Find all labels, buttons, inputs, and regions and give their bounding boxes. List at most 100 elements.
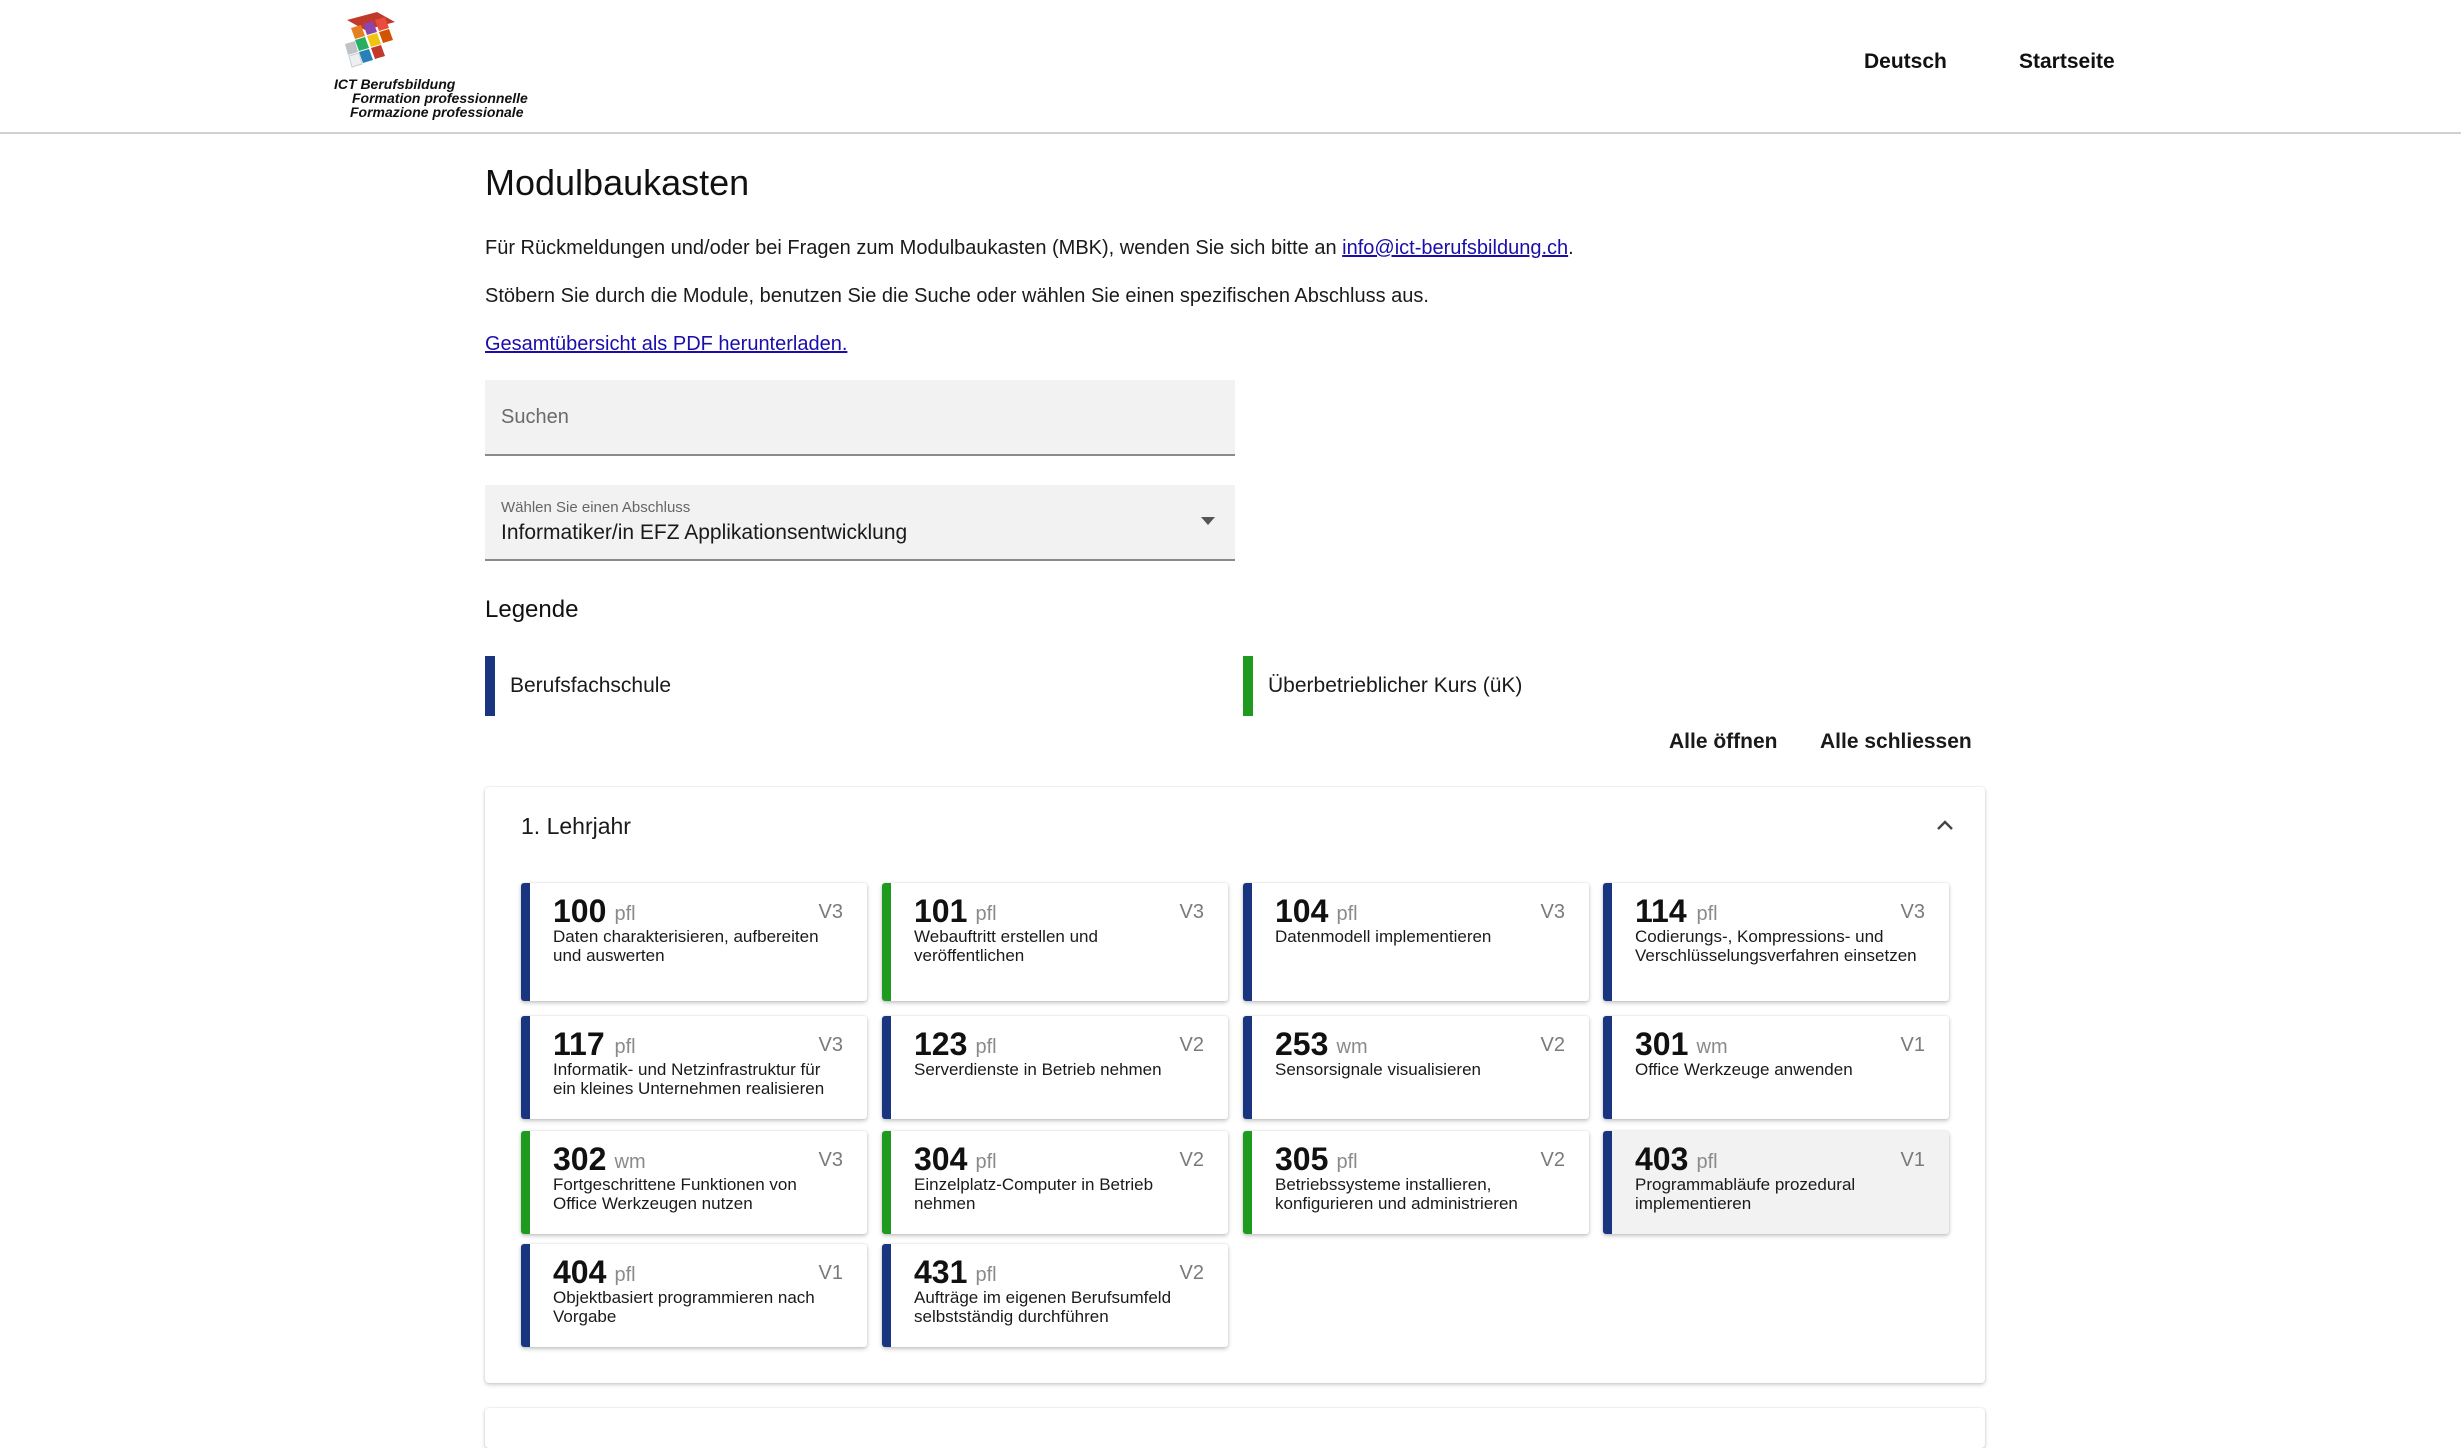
module-type-strip <box>1603 1131 1612 1234</box>
module-kind: wm <box>1696 1036 1728 1058</box>
module-number: 100 <box>553 893 607 929</box>
year-panel-2[interactable] <box>485 1408 1985 1448</box>
dropdown-arrow-icon <box>1201 517 1215 525</box>
module-description: Fortgeschrittene Funktionen von Office W… <box>553 1175 797 1213</box>
browse-paragraph: Stöbern Sie durch die Module, benutzen S… <box>485 285 1429 307</box>
module-number: 431 <box>914 1254 968 1290</box>
module-version: V3 <box>818 901 843 923</box>
module-number: 302 <box>553 1141 607 1177</box>
feedback-text: Für Rückmeldungen und/oder bei Fragen zu… <box>485 237 1343 259</box>
module-number: 114 <box>1635 893 1687 929</box>
module-version: V2 <box>1179 1034 1204 1056</box>
module-kind: pfl <box>1696 903 1718 925</box>
module-card-301[interactable]: 301 wm V1 Office Werkzeuge anwenden <box>1603 1016 1949 1119</box>
module-card-404[interactable]: 404 pfl V1 Objektbasiert programmieren nach… <box>521 1244 867 1347</box>
logo-line-3: Formazione professionale <box>350 104 524 120</box>
module-type-strip <box>1603 883 1612 1001</box>
pdf-paragraph: Gesamtübersicht als PDF herunterladen. <box>485 333 847 356</box>
module-type-strip <box>521 1016 530 1119</box>
module-kind: pfl <box>975 903 997 925</box>
module-description: Einzelplatz-Computer in Betrieb nehmen <box>914 1175 1154 1213</box>
pdf-download-link[interactable]: Gesamtübersicht als PDF herunterladen. <box>485 333 847 355</box>
feedback-end: . <box>1568 237 1574 259</box>
module-type-strip <box>521 883 530 1001</box>
module-kind: wm <box>1336 1036 1368 1058</box>
module-card-100[interactable]: 100 pfl V3 Daten charakterisieren, aufberei… <box>521 883 867 1001</box>
module-kind: pfl <box>975 1036 997 1058</box>
module-type-strip <box>521 1244 530 1347</box>
module-type-strip <box>882 1016 891 1119</box>
degree-select[interactable]: Wählen Sie einen Abschluss Informatiker/… <box>485 485 1235 561</box>
module-kind: pfl <box>614 1264 636 1286</box>
module-card-431[interactable]: 431 pfl V2 Aufträge im eigenen Berufsumfeld… <box>882 1244 1228 1347</box>
module-card-304[interactable]: 304 pfl V2 Einzelplatz-Computer in Betrieb … <box>882 1131 1228 1234</box>
module-type-strip <box>1243 883 1252 1001</box>
module-type-strip <box>521 1131 530 1234</box>
search-field[interactable] <box>485 380 1235 456</box>
module-number: 101 <box>914 893 968 929</box>
open-all-button[interactable]: Alle öffnen <box>1669 730 1778 754</box>
module-number: 117 <box>553 1026 605 1062</box>
module-type-strip <box>882 1131 891 1234</box>
module-number: 304 <box>914 1141 968 1177</box>
module-number: 123 <box>914 1026 968 1062</box>
page-title: Modulbaukasten <box>485 162 750 203</box>
module-card-253[interactable]: 253 wm V2 Sensorsignale visualisieren <box>1243 1016 1589 1119</box>
module-description: Objektbasiert programmieren nach Vorgabe <box>553 1288 815 1326</box>
module-number: 403 <box>1635 1141 1689 1177</box>
top-navigation-bar: ICT Berufsbildung Formation professionne… <box>0 0 2461 134</box>
module-card-101[interactable]: 101 pfl V3 Webauftritt erstellen und veröff… <box>882 883 1228 1001</box>
email-link[interactable]: info@ict-berufsbildung.ch <box>1342 237 1568 259</box>
module-kind: pfl <box>614 903 636 925</box>
module-description: Sensorsignale visualisieren <box>1275 1060 1482 1079</box>
module-type-strip <box>882 883 891 1001</box>
module-type-strip <box>882 1244 891 1347</box>
module-version: V2 <box>1540 1149 1565 1171</box>
module-card-117[interactable]: 117 pfl V3 Informatik- und Netzinfrastruktu… <box>521 1016 867 1119</box>
module-description: Office Werkzeuge anwenden <box>1635 1060 1853 1079</box>
module-type-strip <box>1603 1016 1612 1119</box>
module-kind: pfl <box>1696 1151 1718 1173</box>
module-description: Informatik- und Netzinfrastruktur für ei… <box>553 1060 825 1098</box>
module-kind: pfl <box>614 1036 636 1058</box>
module-version: V3 <box>1179 901 1204 923</box>
language-button[interactable]: Deutsch <box>1864 50 1947 74</box>
module-card-302[interactable]: 302 wm V3 Fortgeschrittene Funktionen von O… <box>521 1131 867 1234</box>
module-version: V3 <box>818 1149 843 1171</box>
module-card-403[interactable]: 403 pfl V1 Programmabläufe prozedural imple… <box>1603 1131 1949 1234</box>
module-description: Aufträge im eigenen Berufsumfeld selbsts… <box>914 1288 1172 1326</box>
module-version: V1 <box>818 1262 843 1284</box>
legend-color-bar <box>1243 656 1253 716</box>
module-description: Serverdienste in Betrieb nehmen <box>914 1060 1162 1079</box>
module-number: 305 <box>1275 1141 1329 1177</box>
module-version: V2 <box>1179 1149 1204 1171</box>
module-version: V3 <box>1900 901 1925 923</box>
module-card-123[interactable]: 123 pfl V2 Serverdienste in Betrieb nehmen <box>882 1016 1228 1119</box>
module-number: 104 <box>1275 893 1329 929</box>
module-card-305[interactable]: 305 pfl V2 Betriebssysteme installieren, ko… <box>1243 1131 1589 1234</box>
legend-title: Legende <box>485 596 579 623</box>
module-kind: wm <box>614 1151 646 1173</box>
module-description: Webauftritt erstellen und veröffentliche… <box>914 927 1098 965</box>
module-version: V1 <box>1900 1034 1925 1056</box>
module-type-strip <box>1243 1016 1252 1119</box>
module-card-114[interactable]: 114 pfl V3 Codierungs-, Kompressions- und V… <box>1603 883 1949 1001</box>
module-kind: pfl <box>1336 1151 1358 1173</box>
chevron-up-icon[interactable] <box>1935 815 1955 835</box>
legend-label: Berufsfachschule <box>510 674 672 697</box>
select-label: Wählen Sie einen Abschluss <box>501 499 691 516</box>
module-description: Codierungs-, Kompressions- und Verschlüs… <box>1635 927 1917 965</box>
module-description: Betriebssysteme installieren, konfigurie… <box>1275 1175 1518 1213</box>
module-number: 404 <box>553 1254 607 1290</box>
module-description: Datenmodell implementieren <box>1275 927 1492 946</box>
module-card-104[interactable]: 104 pfl V3 Datenmodell implementieren <box>1243 883 1589 1001</box>
module-version: V3 <box>1540 901 1565 923</box>
home-link[interactable]: Startseite <box>2019 50 2115 74</box>
logo-cube-icon <box>345 12 395 68</box>
ict-logo[interactable]: ICT Berufsbildung Formation professionne… <box>334 8 528 126</box>
close-all-button[interactable]: Alle schliessen <box>1820 730 1972 754</box>
year-panel-1: 1. Lehrjahr 100 pfl V3 Daten charakterisier… <box>485 787 1985 1383</box>
panel-title[interactable]: 1. Lehrjahr <box>521 813 631 840</box>
search-input[interactable] <box>485 380 1235 454</box>
module-version: V2 <box>1179 1262 1204 1284</box>
